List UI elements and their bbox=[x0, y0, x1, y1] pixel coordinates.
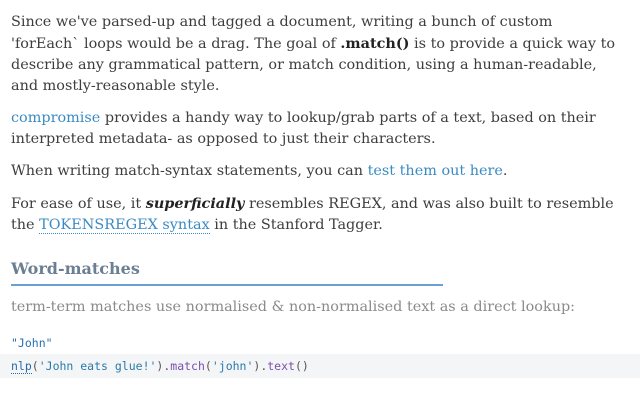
code-paren: ). bbox=[156, 359, 171, 373]
code-paren: ( bbox=[204, 359, 212, 373]
code-result: "John" bbox=[11, 336, 53, 350]
test-paragraph: When writing match-syntax statements, yo… bbox=[11, 161, 621, 182]
compromise-paragraph: compromise provides a handy way to looku… bbox=[11, 108, 621, 150]
regex-text-a: For ease of use, it bbox=[11, 196, 146, 212]
intro-paragraph: Since we've parsed-up and tagged a docum… bbox=[11, 12, 621, 97]
code-method-text: text bbox=[267, 359, 295, 373]
regex-paragraph: For ease of use, it superficially resemb… bbox=[11, 193, 621, 236]
code-method-match: match bbox=[170, 359, 205, 373]
test-end: . bbox=[502, 163, 508, 179]
code-fn[interactable]: nlp bbox=[11, 359, 32, 374]
code-line[interactable]: nlp('John eats glue!').match('john').tex… bbox=[11, 359, 309, 374]
superficially-emphasis: superficially bbox=[145, 195, 245, 212]
compromise-link[interactable]: compromise bbox=[11, 110, 100, 126]
section-heading-word-matches: Word-matches bbox=[11, 258, 443, 286]
test-text: When writing match-syntax statements, yo… bbox=[11, 163, 368, 179]
section-description: term-term matches use normalised & non-n… bbox=[11, 299, 576, 315]
tokensregex-link[interactable]: TOKENSREGEX syntax bbox=[39, 217, 210, 234]
code-paren: ). bbox=[253, 359, 268, 373]
test-them-out-link[interactable]: test them out here bbox=[368, 163, 503, 179]
code-paren: ( bbox=[31, 359, 39, 373]
match-method-name: .match() bbox=[340, 35, 410, 52]
article-body: Since we've parsed-up and tagged a docum… bbox=[11, 12, 621, 247]
code-string: 'john' bbox=[211, 359, 254, 373]
code-paren: () bbox=[294, 359, 309, 373]
code-string: 'John eats glue!' bbox=[38, 359, 157, 373]
regex-text-c: in the Stanford Tagger. bbox=[209, 217, 383, 233]
